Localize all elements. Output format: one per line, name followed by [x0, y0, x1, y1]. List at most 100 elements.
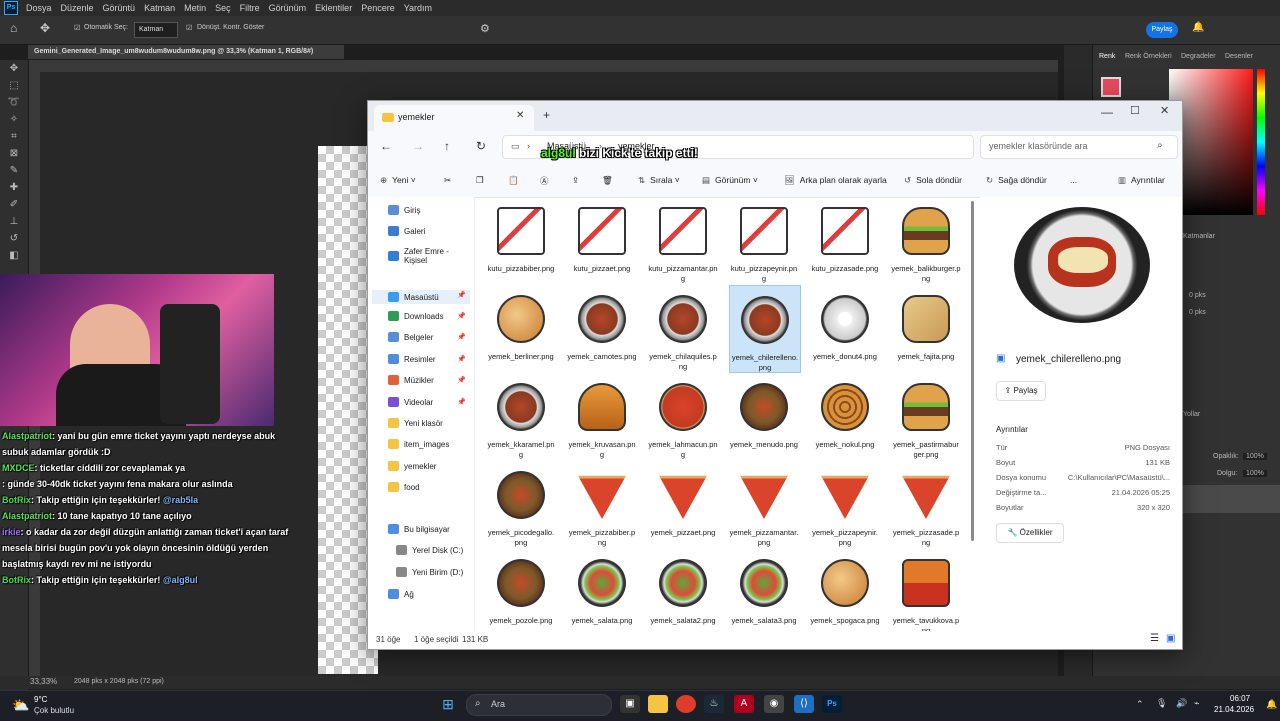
- tab-gradients[interactable]: Degradeler: [1181, 53, 1216, 60]
- file-item[interactable]: yemek_pizzasade.png: [891, 461, 961, 547]
- magic-wand-icon[interactable]: ✧: [0, 111, 28, 128]
- app-icon[interactable]: A: [734, 695, 754, 713]
- chrome-icon[interactable]: [676, 695, 696, 713]
- file-item[interactable]: yemek_pizzaet.png: [648, 461, 718, 547]
- file-item[interactable]: kutu_pizzasade.png: [810, 197, 880, 283]
- file-item[interactable]: yemek_camotes.png: [567, 285, 637, 371]
- nav-item[interactable]: Bu bilgisayar: [388, 524, 450, 534]
- menu-item-layer[interactable]: Katman: [144, 3, 175, 13]
- nav-item[interactable]: food: [388, 482, 420, 492]
- gear-icon[interactable]: ⚙: [480, 22, 490, 35]
- menu-item-view[interactable]: Görünüm: [269, 3, 307, 13]
- refresh-icon[interactable]: ↻: [476, 139, 486, 153]
- close-tab-icon[interactable]: ✕: [516, 110, 524, 121]
- share-icon[interactable]: ⇪: [572, 175, 579, 186]
- eyedropper-icon[interactable]: ✎: [0, 162, 28, 179]
- zoom-level[interactable]: 33,33%: [30, 677, 57, 686]
- file-item[interactable]: yemek_menudo.png: [729, 373, 799, 459]
- rotate-left-button[interactable]: ↺ Sola döndür: [904, 175, 962, 186]
- vscode-icon[interactable]: ⟨⟩: [794, 695, 814, 713]
- file-item[interactable]: yemek_lahmacun.png: [648, 373, 718, 459]
- hue-slider[interactable]: [1257, 69, 1265, 215]
- move-tool-icon[interactable]: ✥: [40, 21, 50, 35]
- file-item[interactable]: yemek_pizzabiber.png: [567, 461, 637, 547]
- menu-item-help[interactable]: Yardım: [404, 3, 432, 13]
- close-window-icon[interactable]: ✕: [1160, 104, 1169, 117]
- eraser-tool-icon[interactable]: ◧: [0, 247, 28, 264]
- menu-item-edit[interactable]: Düzenle: [61, 3, 94, 13]
- taskbar-search[interactable]: ⌕ Ara: [466, 694, 612, 716]
- file-item[interactable]: yemek_berliner.png: [486, 285, 556, 371]
- grid-view-icon[interactable]: ▣: [1166, 633, 1175, 644]
- forward-arrow-icon[interactable]: →: [412, 139, 424, 153]
- fill-input[interactable]: 100%: [1243, 470, 1267, 477]
- cut-icon[interactable]: ✂: [444, 175, 451, 186]
- file-explorer-icon[interactable]: [648, 695, 668, 713]
- marquee-tool-icon[interactable]: ⬚: [0, 77, 28, 94]
- brush-tool-icon[interactable]: ✐: [0, 196, 28, 213]
- file-item[interactable]: yemek_salata3.png: [729, 549, 799, 635]
- file-item[interactable]: kutu_pizzabiber.png: [486, 197, 556, 283]
- menu-item-select[interactable]: Seç: [215, 3, 231, 13]
- move-tool-icon[interactable]: ✥: [0, 60, 28, 77]
- nav-item[interactable]: Yeni klasör: [388, 418, 443, 428]
- start-menu-icon[interactable]: ⊞: [438, 695, 458, 713]
- share-button[interactable]: Paylaş: [1146, 22, 1178, 38]
- home-icon[interactable]: ⌂: [10, 21, 17, 35]
- microphone-icon[interactable]: 🎙: [1156, 698, 1167, 709]
- back-arrow-icon[interactable]: ←: [380, 139, 392, 153]
- nav-item[interactable]: Videolar: [388, 397, 433, 407]
- history-brush-icon[interactable]: ↺: [0, 230, 28, 247]
- photoshop-taskbar-icon[interactable]: Ps: [822, 695, 842, 713]
- new-button[interactable]: ⊕ Yeni ˅: [380, 175, 416, 186]
- nav-item[interactable]: Downloads: [388, 311, 444, 321]
- task-view-icon[interactable]: ▣: [620, 695, 640, 713]
- crop-tool-icon[interactable]: ⌗: [0, 128, 28, 145]
- opacity-input[interactable]: 100%: [1243, 453, 1267, 460]
- bell-icon[interactable]: 🔔: [1192, 22, 1204, 33]
- tab-color[interactable]: Renk: [1099, 53, 1115, 60]
- file-item[interactable]: yemek_chilaquiles.png: [648, 285, 718, 371]
- set-background-button[interactable]: 🖼 Arka plan olarak ayarla: [784, 175, 887, 186]
- nav-item[interactable]: Müzikler: [388, 375, 434, 385]
- menu-item-plugins[interactable]: Eklentiler: [315, 3, 352, 13]
- file-item[interactable]: yemek_kruvasan.png: [567, 373, 637, 459]
- explorer-tab[interactable]: yemekler ✕: [374, 105, 534, 131]
- details-pane-button[interactable]: ▥ Ayrıntılar: [1118, 175, 1165, 186]
- weather-temp[interactable]: 9°C: [34, 695, 47, 704]
- nav-item[interactable]: Giriş: [388, 205, 420, 215]
- file-item[interactable]: yemek_kkaramel.png: [486, 373, 556, 459]
- frame-tool-icon[interactable]: ⊠: [0, 145, 28, 162]
- nav-item[interactable]: Yerel Disk (C:): [396, 545, 463, 555]
- nav-item[interactable]: Zafer Emre - Kişisel: [388, 247, 474, 265]
- nav-item[interactable]: Resimler: [388, 354, 436, 364]
- foreground-color-swatch[interactable]: [1101, 77, 1121, 97]
- file-item[interactable]: yemek_salata2.png: [648, 549, 718, 635]
- nav-item[interactable]: Galeri: [388, 226, 425, 236]
- maximize-icon[interactable]: ☐: [1130, 104, 1140, 117]
- clock-date[interactable]: 21.04.2026: [1214, 705, 1254, 714]
- weather-desc[interactable]: Çok bulutlu: [34, 706, 74, 715]
- menu-item-type[interactable]: Metin: [184, 3, 206, 13]
- file-item[interactable]: yemek_nokul.png: [810, 373, 880, 459]
- file-item[interactable]: kutu_pizzamantar.png: [648, 197, 718, 283]
- file-item[interactable]: yemek_salata.png: [567, 549, 637, 635]
- lasso-tool-icon[interactable]: ➰: [0, 94, 28, 111]
- stamp-tool-icon[interactable]: ⊥: [0, 213, 28, 230]
- menu-item-filter[interactable]: Filtre: [240, 3, 260, 13]
- file-item[interactable]: yemek_balikburger.png: [891, 197, 961, 283]
- network-icon[interactable]: ⌁: [1194, 698, 1199, 709]
- clock-time[interactable]: 06:07: [1230, 694, 1250, 703]
- list-view-icon[interactable]: ☰: [1150, 633, 1159, 644]
- auto-select-checkbox[interactable]: ☑: [74, 24, 80, 32]
- nav-item[interactable]: Belgeler: [388, 332, 433, 342]
- file-item[interactable]: yemek_spogaca.png: [810, 549, 880, 635]
- file-item[interactable]: kutu_pizzaet.png: [567, 197, 637, 283]
- layer-row[interactable]: [1181, 485, 1280, 513]
- file-item[interactable]: yemek_picodegallo.png: [486, 461, 556, 547]
- nav-item[interactable]: yemekler: [388, 461, 436, 471]
- steam-icon[interactable]: ♨: [704, 695, 724, 713]
- healing-brush-icon[interactable]: ✚: [0, 179, 28, 196]
- properties-button[interactable]: 🔧 Özellikler: [996, 523, 1064, 543]
- rename-icon[interactable]: Ⓐ: [540, 175, 549, 187]
